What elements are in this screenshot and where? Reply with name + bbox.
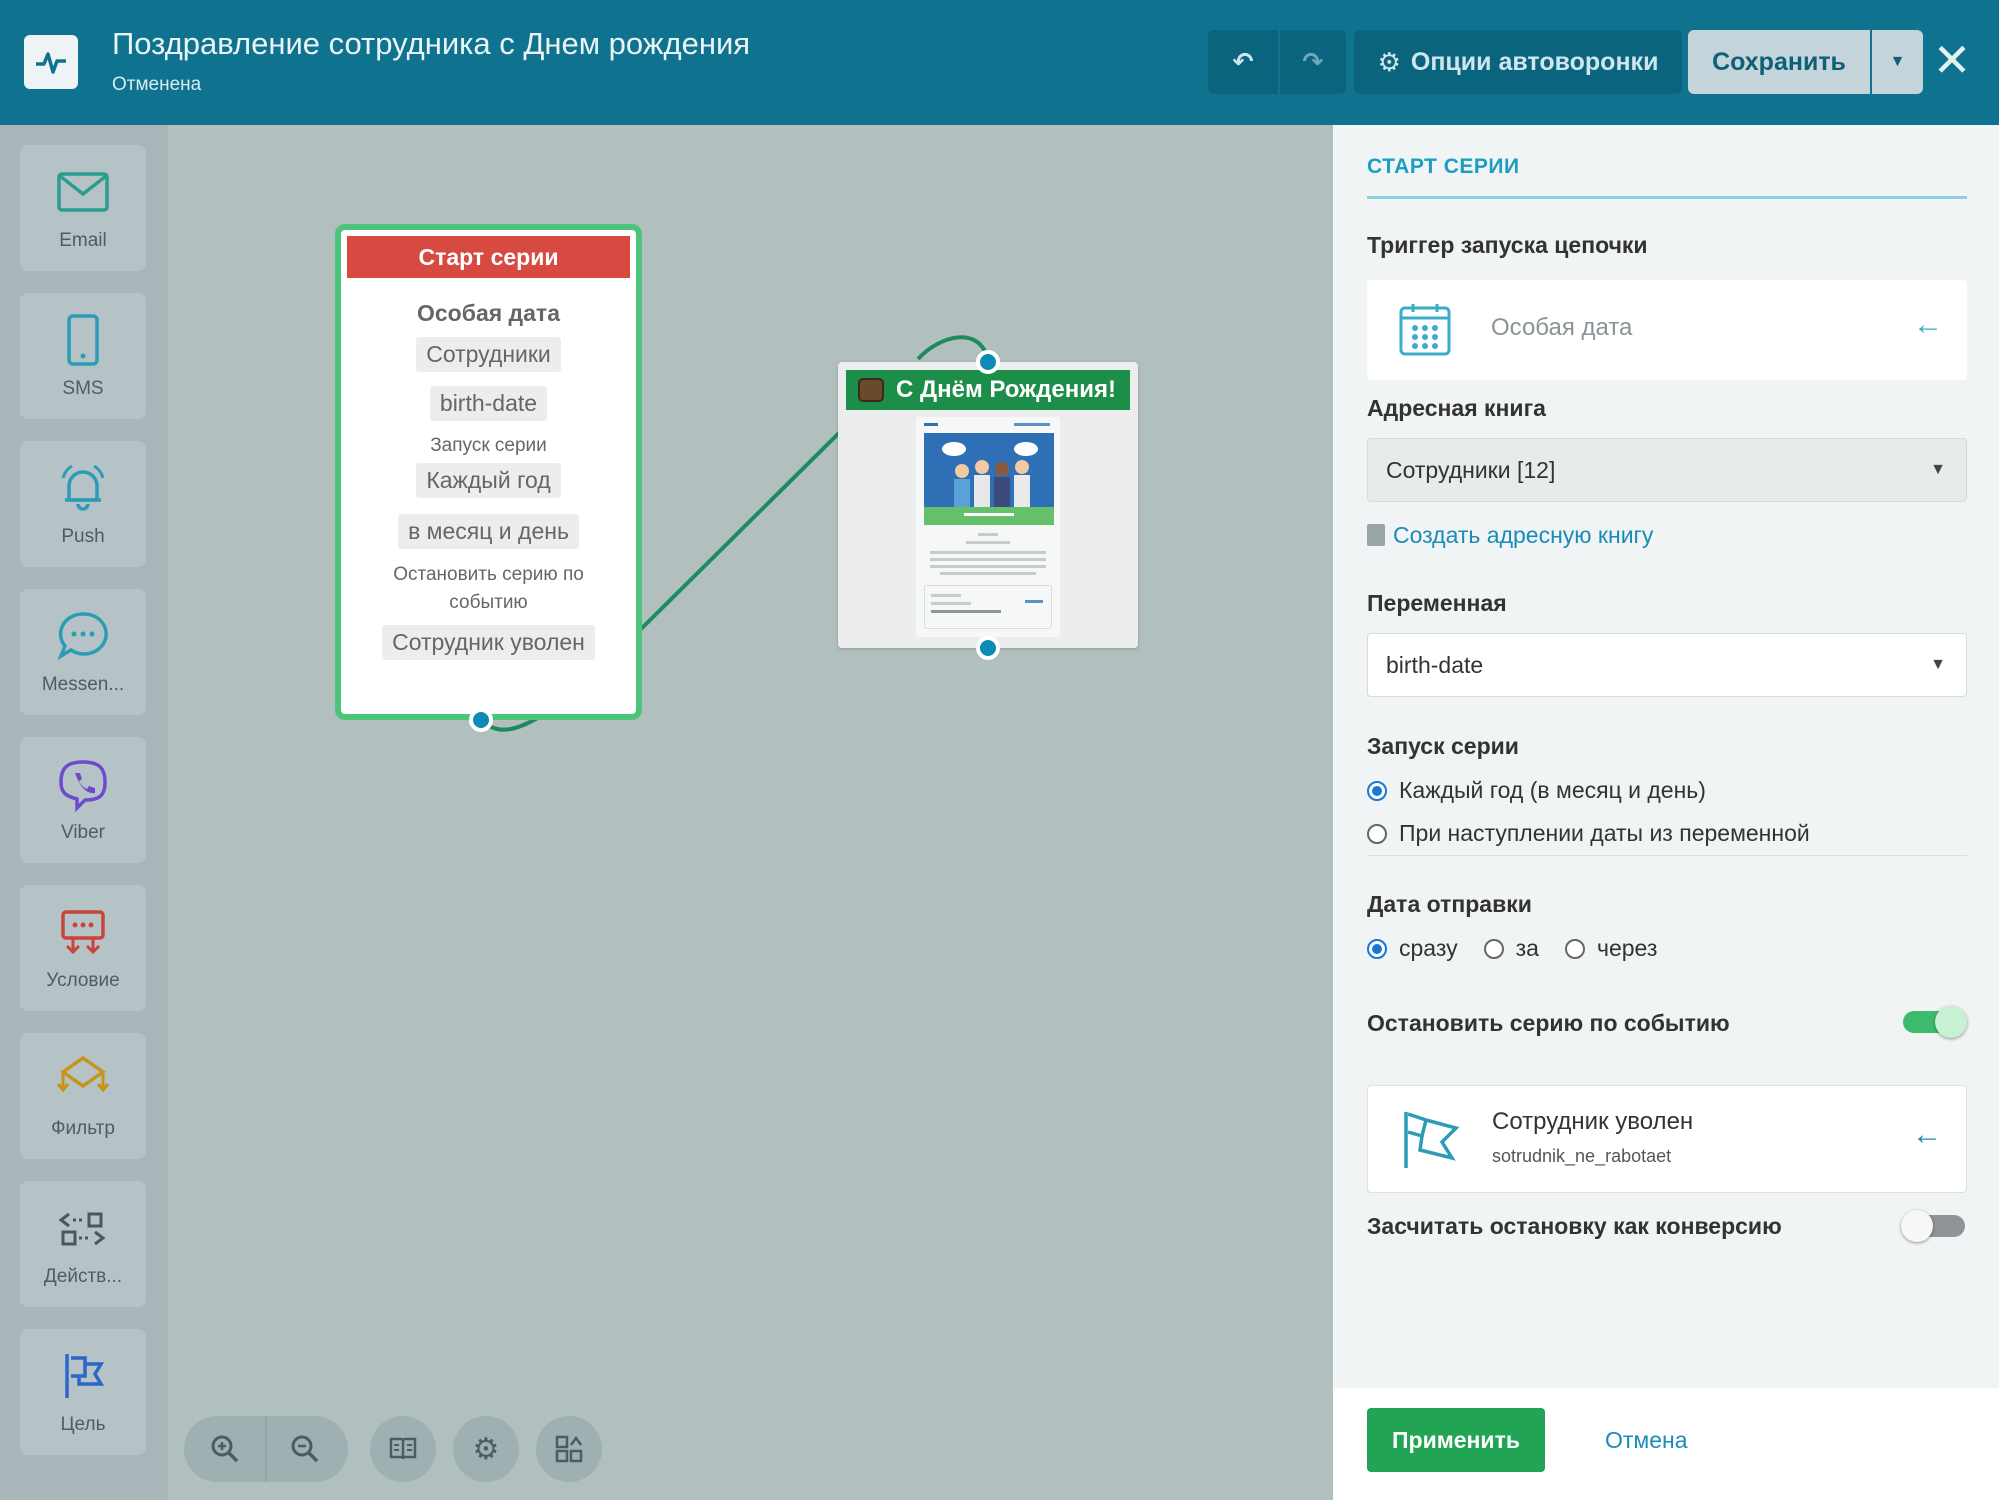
zoom-in-icon	[211, 1435, 239, 1463]
send-date-options: сразу за через	[1367, 935, 1657, 962]
cancel-button[interactable]: Отмена	[1605, 1408, 1688, 1472]
start-series-node[interactable]: Старт серии Особая дата Сотрудники birth…	[335, 224, 642, 720]
arrow-left-icon[interactable]: ←	[1912, 1118, 1942, 1152]
panel-title-underline	[1367, 196, 1967, 199]
cake-icon	[858, 378, 884, 402]
create-address-book-label: Создать адресную книгу	[1393, 522, 1654, 548]
variable-select[interactable]: birth-date ▼	[1367, 633, 1967, 697]
start-node-stop-label: Остановить серию по событию	[393, 564, 584, 613]
send-date-label: Дата отправки	[1367, 891, 1532, 917]
email-node-output-port[interactable]	[976, 636, 1000, 660]
email-node-header: С Днём Рождения!	[846, 370, 1130, 410]
radio-selected[interactable]	[1367, 780, 1387, 801]
email-preview-image	[924, 433, 1054, 525]
launch-option-variable-date[interactable]: При наступлении даты из переменной	[1367, 820, 1810, 847]
gear-icon: ⚙	[472, 1432, 500, 1466]
launch-label: Запуск серии	[1367, 733, 1519, 759]
caret-down-icon: ▼	[1930, 656, 1946, 673]
send-after-label: через	[1596, 935, 1658, 961]
stop-series-label: Остановить серию по событию	[1367, 1010, 1730, 1036]
settings-button[interactable]: ⚙	[453, 1416, 519, 1482]
start-node-variable: birth-date	[429, 386, 548, 421]
start-node-book: Сотрудники	[416, 337, 561, 372]
start-node-type: Особая дата	[417, 300, 560, 326]
event-name: Сотрудник уволен	[1492, 1108, 1694, 1135]
flag-icon	[1404, 1112, 1460, 1168]
start-node-output-port[interactable]	[469, 708, 493, 732]
start-node-stop-value: Сотрудник уволен	[382, 625, 595, 660]
send-now-radio[interactable]	[1367, 938, 1387, 959]
book-icon	[389, 1437, 417, 1460]
email-node[interactable]: С Днём Рождения!	[838, 362, 1138, 648]
conversion-toggle[interactable]	[1901, 1210, 1965, 1242]
start-node-launch-value: Каждый год	[416, 463, 561, 498]
caret-down-icon: ▼	[1930, 461, 1946, 478]
settings-panel: СТАРТ СЕРИИ Триггер запуска цепочки Особ…	[1333, 125, 1999, 1500]
address-book-select[interactable]: Сотрудники [12] ▼	[1367, 438, 1967, 502]
zoom-out-button[interactable]	[272, 1416, 338, 1482]
send-after-radio[interactable]	[1564, 938, 1585, 959]
conversion-label: Засчитать остановку как конверсию	[1367, 1213, 1782, 1239]
divider	[1367, 855, 1967, 856]
address-book-icon	[1367, 524, 1385, 546]
radio-unselected[interactable]	[1367, 823, 1387, 844]
trigger-value: Особая дата	[1491, 314, 1633, 341]
variable-label: Переменная	[1367, 590, 1507, 616]
grid-icon	[555, 1435, 583, 1463]
address-book-label: Адресная книга	[1367, 395, 1546, 421]
email-preview-thumbnail	[916, 417, 1060, 637]
address-book-value: Сотрудники [12]	[1386, 457, 1556, 483]
zoom-in-button[interactable]	[192, 1416, 258, 1482]
start-node-launch-detail: в месяц и день	[398, 514, 579, 549]
panel-title: СТАРТ СЕРИИ	[1367, 155, 1520, 178]
event-code: sotrudnik_ne_rabotaet	[1492, 1146, 1672, 1166]
layout-button[interactable]	[536, 1416, 602, 1482]
start-node-header: Старт серии	[347, 236, 630, 278]
send-now-label: сразу	[1399, 935, 1458, 961]
apply-button[interactable]: Применить	[1367, 1408, 1545, 1472]
trigger-label: Триггер запуска цепочки	[1367, 232, 1648, 258]
send-before-label: за	[1515, 935, 1539, 961]
trigger-selector[interactable]: Особая дата ←	[1367, 280, 1967, 380]
variable-value: birth-date	[1386, 652, 1484, 678]
send-before-radio[interactable]	[1483, 938, 1504, 959]
launch-option-yearly-label: Каждый год (в месяц и день)	[1399, 777, 1706, 803]
stop-event-selector[interactable]: Сотрудник уволен sotrudnik_ne_rabotaet ←	[1367, 1085, 1967, 1193]
arrow-left-icon[interactable]: ←	[1913, 308, 1943, 342]
email-node-input-port[interactable]	[976, 350, 1000, 374]
zoom-out-icon	[291, 1435, 319, 1463]
launch-option-variable-date-label: При наступлении даты из переменной	[1399, 820, 1810, 846]
email-node-title: С Днём Рождения!	[896, 376, 1116, 403]
calendar-icon	[1399, 304, 1451, 356]
start-node-launch-label: Запуск серии	[430, 435, 547, 456]
guide-button[interactable]	[370, 1416, 436, 1482]
create-address-book-link[interactable]: Создать адресную книгу	[1367, 522, 1653, 549]
stop-series-toggle[interactable]	[1903, 1006, 1967, 1038]
launch-option-yearly[interactable]: Каждый год (в месяц и день)	[1367, 777, 1706, 804]
